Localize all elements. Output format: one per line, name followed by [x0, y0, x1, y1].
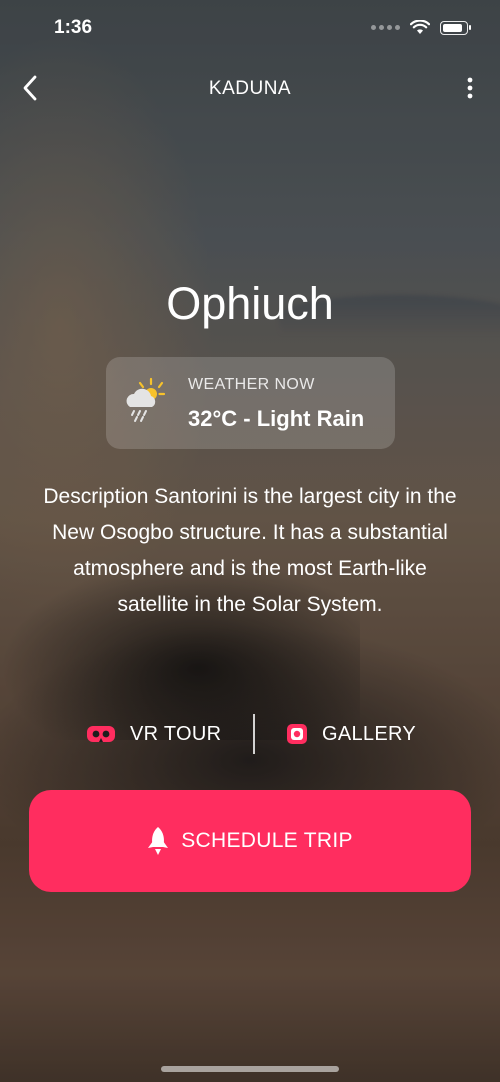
- weather-label: WEATHER NOW: [188, 376, 315, 393]
- signal-dots-icon: [371, 25, 400, 30]
- place-description: Description Santorini is the largest cit…: [43, 485, 457, 616]
- vr-headset-icon: [87, 726, 115, 742]
- sun-rain-cloud-icon: [126, 377, 166, 422]
- rocket-icon: [148, 827, 169, 855]
- more-vertical-icon: [467, 77, 473, 99]
- place-title: Ophiuch: [166, 278, 334, 329]
- vr-tour-button[interactable]: VR TOUR: [86, 712, 221, 756]
- screen: 1:36 KADUNA Ophiuch WEATHER NOW 32°C - L…: [0, 0, 500, 1082]
- status-time: 1:36: [54, 17, 93, 38]
- gallery-label: GALLERY: [322, 722, 417, 745]
- gallery-icon: [287, 724, 307, 744]
- status-bar: 1:36: [0, 0, 500, 58]
- status-icons: [371, 20, 471, 35]
- vr-tour-label: VR TOUR: [130, 722, 222, 745]
- nav-bar: KADUNA: [0, 66, 500, 110]
- links-divider: [253, 714, 255, 754]
- schedule-trip-button[interactable]: SCHEDULE TRIP: [29, 790, 471, 892]
- gallery-button[interactable]: GALLERY: [286, 712, 416, 756]
- home-indicator: [161, 1066, 339, 1072]
- weather-value: 32°C - Light Rain: [188, 406, 365, 431]
- wifi-icon: [410, 20, 430, 34]
- more-button[interactable]: [454, 72, 486, 104]
- battery-icon: [440, 20, 471, 35]
- nav-title: KADUNA: [208, 78, 292, 99]
- media-links: VR TOUR GALLERY: [0, 712, 500, 756]
- schedule-trip-label: SCHEDULE TRIP: [181, 829, 353, 852]
- weather-card: WEATHER NOW 32°C - Light Rain: [106, 357, 395, 449]
